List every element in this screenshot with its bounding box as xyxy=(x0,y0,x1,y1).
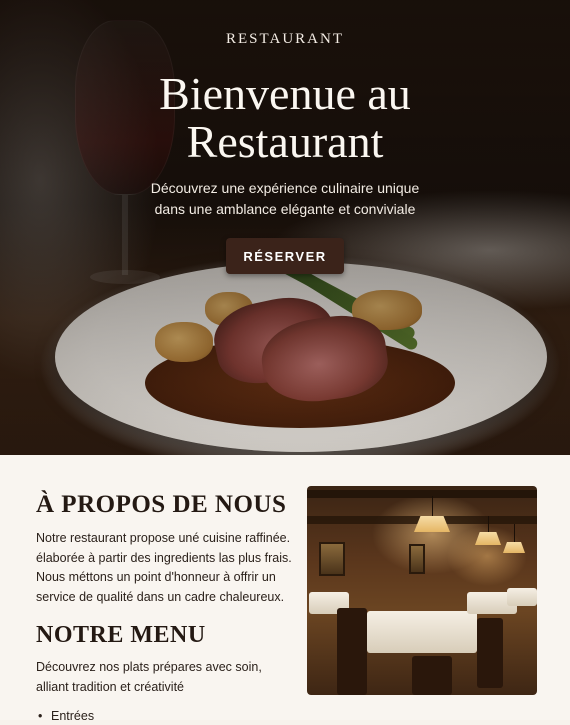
about-text-line: élaborée à partir des ingredients las pl… xyxy=(36,550,292,565)
dining-table xyxy=(367,611,477,653)
menu-text-line: Découvrez nos plats prépares avec soin, xyxy=(36,660,262,674)
dining-table xyxy=(507,588,537,606)
hero-title-line: Bienvenue au xyxy=(159,68,411,119)
dining-chair xyxy=(477,618,503,688)
menu-text: Découvrez nos plats prépares avec soin, … xyxy=(36,658,296,697)
menu-text-line: alliant tradition et créativité xyxy=(36,679,184,694)
dining-chair xyxy=(412,656,452,695)
ceiling-beam xyxy=(307,490,537,498)
dining-chair xyxy=(337,608,367,695)
about-text-line: Notre restaurant propose uné cuisine raf… xyxy=(36,531,291,545)
hero-subtitle-line: dans une amblance elégante et conviviale xyxy=(154,201,416,217)
restaurant-interior-image xyxy=(307,486,537,695)
hero-banner: RESTAURANT Bienvenue au Restaurant Décou… xyxy=(0,0,570,455)
reserve-button[interactable]: RÉSERVER xyxy=(226,238,344,274)
lamp-cord xyxy=(488,516,489,534)
lamp-cord xyxy=(514,524,515,544)
hero-subtitle: Découvrez une expérience culinaire uniqu… xyxy=(0,178,570,220)
menu-item-entrees[interactable]: Entrées xyxy=(36,707,94,725)
about-text-line: service de qualité dans un cadre chaleur… xyxy=(36,589,285,604)
menu-title: NOTRE MENU xyxy=(36,622,206,648)
pendant-lamp xyxy=(475,532,501,545)
about-section: À PROPOS DE NOUS Notre restaurant propos… xyxy=(0,455,570,725)
wall-window xyxy=(319,542,345,576)
about-text-line: Nous méttons un point d'honneur à offrir… xyxy=(36,570,276,584)
hero-title: Bienvenue au Restaurant xyxy=(0,70,570,166)
hero-subtitle-line: Découvrez une expérience culinaire uniqu… xyxy=(150,180,420,196)
hero-title-line: Restaurant xyxy=(186,116,384,167)
menu-list: Entrées xyxy=(36,707,94,725)
about-text: Notre restaurant propose uné cuisine raf… xyxy=(36,529,296,607)
wall-window xyxy=(409,544,425,574)
about-title: À PROPOS DE NOUS xyxy=(36,491,287,518)
pendant-lamp xyxy=(503,542,525,553)
lamp-cord xyxy=(432,496,433,518)
hero-eyebrow: RESTAURANT xyxy=(226,31,344,47)
